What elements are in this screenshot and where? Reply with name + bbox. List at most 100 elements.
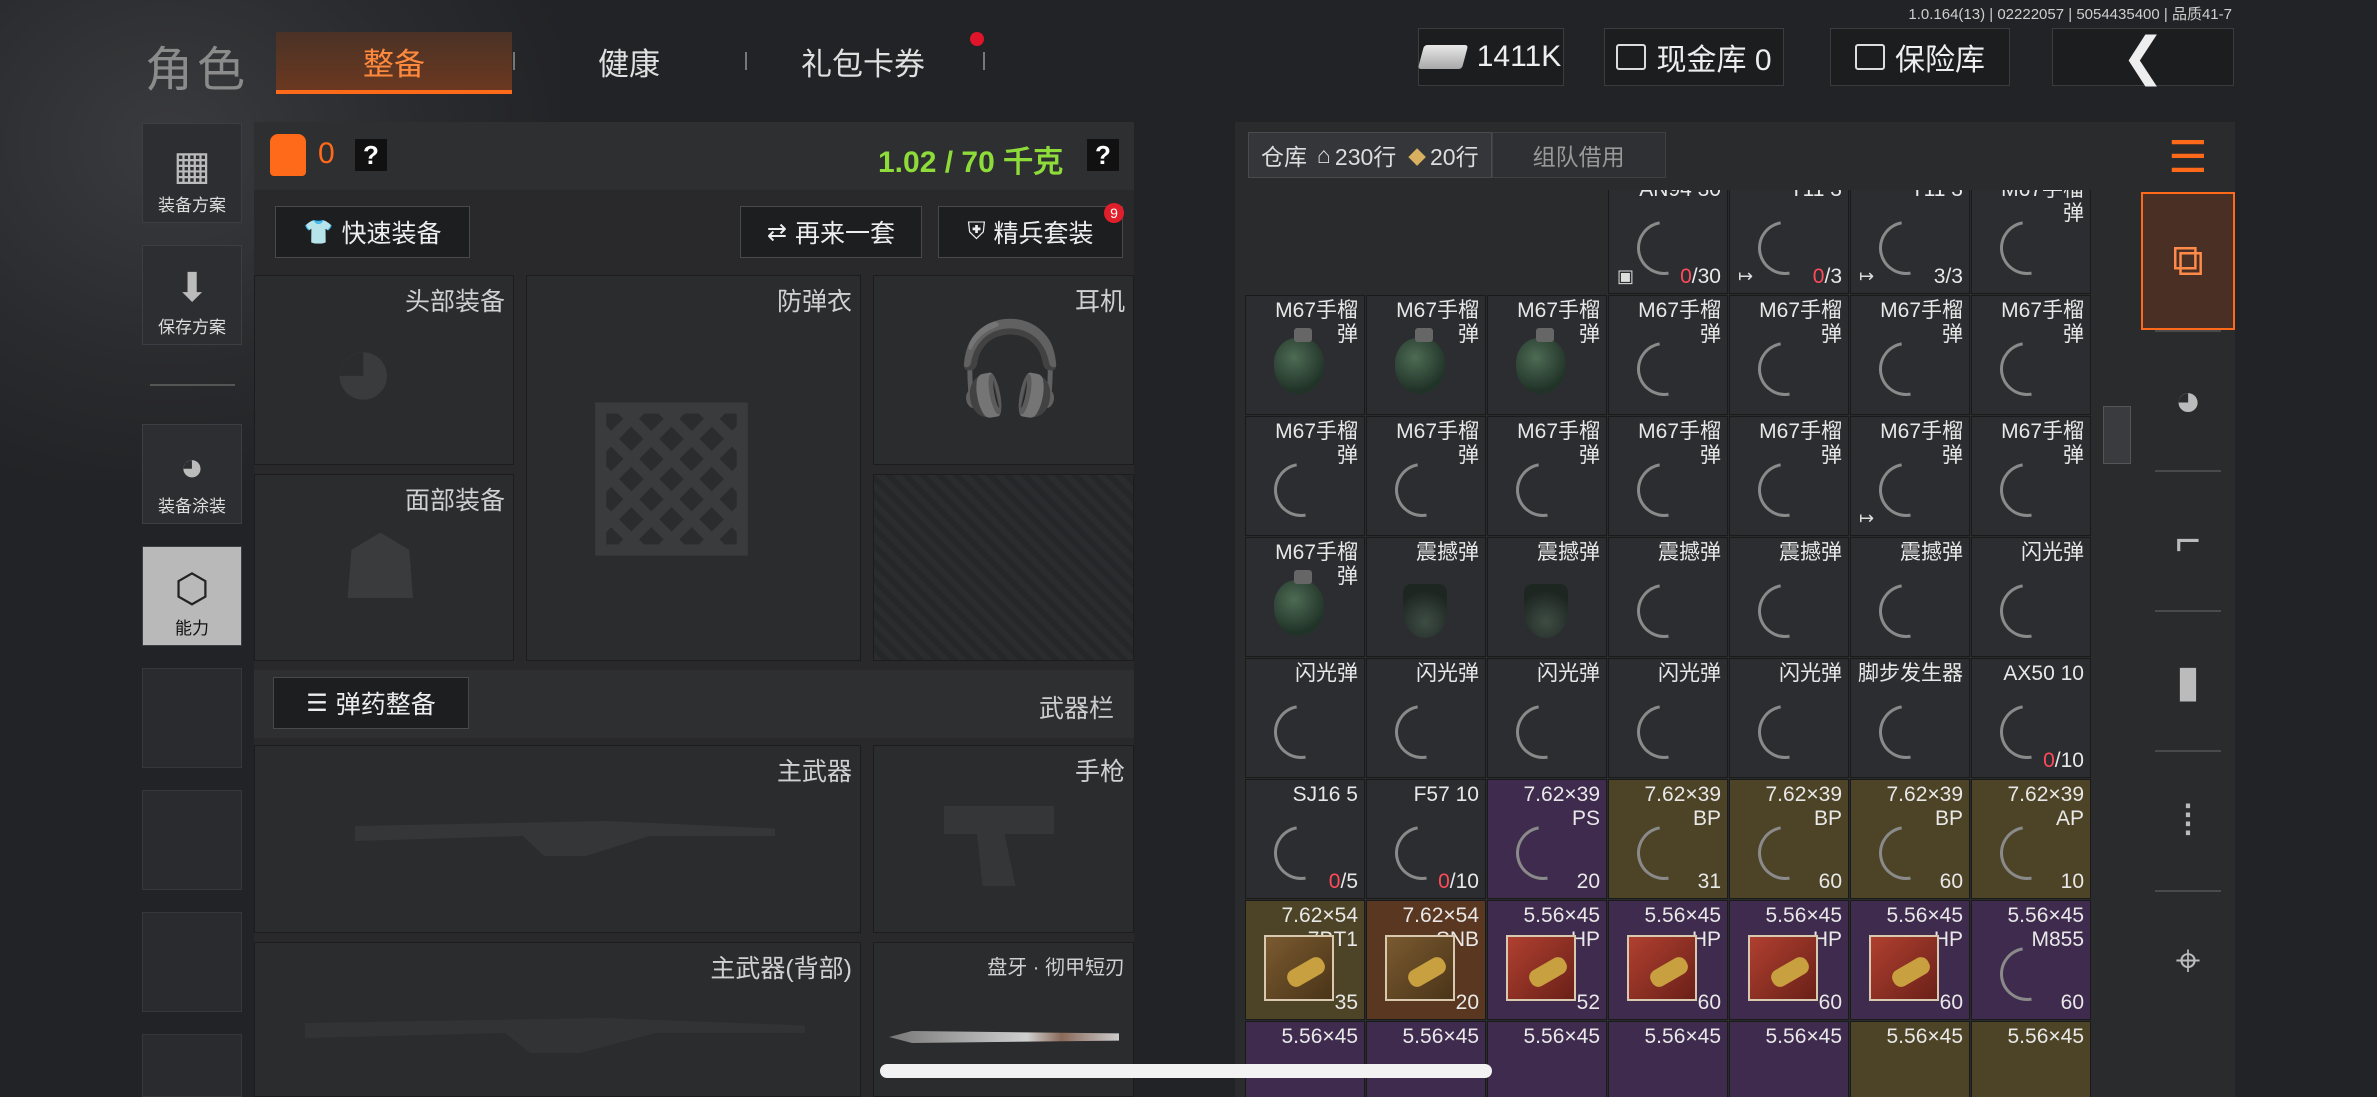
category-rifle[interactable]: ⌐: [2141, 472, 2235, 610]
warehouse-item[interactable]: M67手榴 弹: [1971, 295, 2091, 415]
warehouse-item[interactable]: M67手榴 弹: [1245, 537, 1365, 657]
primary-weapon-slot[interactable]: 主武器: [254, 745, 861, 933]
cash-vault-button[interactable]: 现金库 0: [1604, 28, 1784, 86]
warehouse-item[interactable]: M67手榴 弹: [1608, 416, 1728, 536]
equipment-skin-button[interactable]: ◕ 装备涂装: [142, 424, 242, 524]
warehouse-item[interactable]: 5.56×45: [1729, 1021, 1849, 1097]
ammo-equip-button[interactable]: ☰ 弹药整备: [273, 677, 469, 729]
warehouse-item[interactable]: M67手榴 弹: [1729, 295, 1849, 415]
warehouse-item[interactable]: 闪光弹: [1487, 658, 1607, 778]
warehouse-item[interactable]: 5.56×45 HP 60: [1608, 900, 1728, 1020]
warehouse-item[interactable]: F57 10 0/10: [1366, 779, 1486, 899]
tab-gift-cards[interactable]: 礼包卡券: [750, 32, 976, 90]
warehouse-item[interactable]: 7.62×39 BP 60: [1850, 779, 1970, 899]
warehouse-item[interactable]: M67手榴 弹: [1487, 416, 1607, 536]
item-name: SJ16 5: [1292, 783, 1358, 806]
warehouse-item[interactable]: 7.62×54 7BT135: [1245, 900, 1365, 1020]
warehouse-item[interactable]: M67手榴 弹 ↦: [1850, 416, 1970, 536]
category-bullets[interactable]: ⁞: [2141, 752, 2235, 890]
warehouse-item[interactable]: 脚步发生器: [1850, 658, 1970, 778]
save-plan-button[interactable]: ⬇ 保存方案: [142, 245, 242, 345]
ability-button[interactable]: ⬡ 能力: [142, 546, 242, 646]
weight-help-icon[interactable]: ?: [1087, 139, 1119, 171]
money-display[interactable]: 1411K: [1417, 28, 1564, 86]
category-scope[interactable]: ⌖: [2141, 892, 2235, 1030]
warehouse-tab[interactable]: 仓库 ⌂ 230行 ◆ 20行: [1248, 132, 1492, 178]
item-name: 闪光弹: [1295, 662, 1358, 685]
warehouse-item[interactable]: M67手榴 弹: [1487, 295, 1607, 415]
warehouse-item[interactable]: 闪光弹: [1608, 658, 1728, 778]
warehouse-item[interactable]: 7.62×39 AP 10: [1971, 779, 2091, 899]
equip-again-button[interactable]: ⇄ 再来一套: [740, 206, 922, 258]
face-gear-slot[interactable]: 面部装备 ☗: [254, 474, 514, 661]
elite-set-button[interactable]: ⛨ 精兵套装: [938, 206, 1123, 258]
warehouse-item[interactable]: SJ16 5 0/5: [1245, 779, 1365, 899]
warehouse-item[interactable]: T11 3 0/3 ↦: [1729, 190, 1849, 294]
category-magazine[interactable]: ▮: [2141, 612, 2235, 750]
warehouse-item[interactable]: 5.56×45: [1487, 1021, 1607, 1097]
warehouse-item[interactable]: 7.62×39 BP 60: [1729, 779, 1849, 899]
warehouse-scrollbar[interactable]: [2103, 406, 2131, 464]
warehouse-item[interactable]: 5.56×45 HP 52: [1487, 900, 1607, 1020]
warehouse-item[interactable]: M67手榴 弹: [1608, 295, 1728, 415]
warehouse-item[interactable]: 5.56×45 M855 60: [1971, 900, 2091, 1020]
warehouse-item[interactable]: M67手榴 弹: [1850, 295, 1970, 415]
warehouse-item[interactable]: M67手榴 弹: [1366, 416, 1486, 536]
warehouse-item[interactable]: M67手榴 弹: [1245, 416, 1365, 536]
category-helmet[interactable]: ◕: [2141, 332, 2235, 470]
warehouse-item[interactable]: T11 3 3/3 ↦: [1850, 190, 1970, 294]
back-button[interactable]: ❮: [2052, 28, 2234, 86]
warehouse-item[interactable]: 7.62×39 PS 20: [1487, 779, 1607, 899]
warehouse-item[interactable]: 5.56×45: [1850, 1021, 1970, 1097]
head-gear-slot[interactable]: 头部装备 ◕: [254, 275, 514, 465]
warehouse-item[interactable]: 震撼弹: [1487, 537, 1607, 657]
warehouse-item[interactable]: 5.56×45 HP 60: [1850, 900, 1970, 1020]
warehouse-item[interactable]: M67手榴 弹: [1245, 295, 1365, 415]
warehouse-item[interactable]: 5.56×45: [1366, 1021, 1486, 1097]
item-name: 5.56×45: [1765, 1025, 1843, 1048]
warehouse-item[interactable]: 闪光弹: [1729, 658, 1849, 778]
loading-ring-icon: [1747, 694, 1823, 770]
warehouse-item[interactable]: 5.56×45: [1971, 1021, 2091, 1097]
warehouse-item[interactable]: AN94 30 0/30 ▣: [1608, 190, 1728, 294]
empty-side-slot: [142, 668, 242, 768]
warehouse-item[interactable]: M67手榴 弹: [1729, 416, 1849, 536]
chevron-left-icon: ❮: [2121, 28, 2165, 86]
safe-button[interactable]: 保险库: [1830, 28, 2010, 86]
loadout-plan-button[interactable]: ▦ 装备方案: [142, 123, 242, 223]
warehouse-item[interactable]: AX50 10 0/10: [1971, 658, 2091, 778]
warehouse-item[interactable]: 震撼弹: [1608, 537, 1728, 657]
help-icon[interactable]: ?: [355, 139, 387, 171]
warehouse-item[interactable]: 7.62×39 BP 31: [1608, 779, 1728, 899]
warehouse-item[interactable]: M67手榴 弹: [1971, 190, 2091, 294]
box-icon: ▣: [1617, 266, 1635, 286]
body-armor-slot[interactable]: 防弹衣 ▩: [526, 275, 861, 661]
headset-slot[interactable]: 耳机 🎧: [873, 275, 1134, 465]
category-layers-download[interactable]: ⧉: [2141, 192, 2235, 330]
warehouse-item[interactable]: 闪光弹: [1245, 658, 1365, 778]
warehouse-item[interactable]: M67手榴 弹: [1366, 295, 1486, 415]
item-name: 闪光弹: [2021, 541, 2084, 564]
item-name: M67手榴 弹: [1880, 420, 1963, 467]
pistol-slot[interactable]: 手枪: [873, 745, 1134, 933]
item-count: 60: [2060, 991, 2084, 1014]
warehouse-item[interactable]: 闪光弹: [1971, 537, 2091, 657]
quick-equip-button[interactable]: 👕 快速装备: [275, 206, 470, 258]
version-info: 1.0.164(13) | 02222057 | 5054435400 | 品质…: [1908, 6, 2232, 23]
warehouse-item[interactable]: 5.56×45: [1245, 1021, 1365, 1097]
primary-weapon-back-slot[interactable]: 主武器(背部): [254, 942, 861, 1097]
warehouse-item[interactable]: 震撼弹: [1850, 537, 1970, 657]
warehouse-item[interactable]: 震撼弹: [1366, 537, 1486, 657]
warehouse-item[interactable]: 震撼弹: [1729, 537, 1849, 657]
warehouse-item[interactable]: M67手榴 弹: [1971, 416, 2091, 536]
category-stack-refresh[interactable]: ☰: [2141, 122, 2235, 192]
warehouse-item[interactable]: 7.62×54 SNB 20: [1366, 900, 1486, 1020]
home-indicator[interactable]: [880, 1064, 1492, 1078]
tab-health[interactable]: 健康: [516, 32, 742, 90]
team-borrow-tab[interactable]: 组队借用: [1491, 132, 1666, 178]
tab-equip[interactable]: 整备: [276, 32, 512, 94]
warehouse-item[interactable]: 5.56×45 HP 60: [1729, 900, 1849, 1020]
warehouse-item[interactable]: 5.56×45: [1608, 1021, 1728, 1097]
item-name: 7.62×39 PS: [1523, 783, 1601, 830]
warehouse-item[interactable]: 闪光弹: [1366, 658, 1486, 778]
